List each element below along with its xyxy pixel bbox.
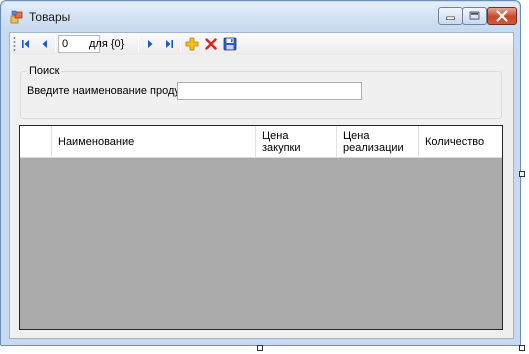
column-header-label: Цена закупки — [262, 130, 301, 154]
title-bar[interactable]: Товары — [2, 2, 519, 30]
resize-handle-corner[interactable] — [519, 345, 525, 351]
move-first-icon — [22, 40, 29, 48]
add-new-button[interactable] — [183, 35, 201, 53]
delete-button[interactable] — [202, 35, 220, 53]
resize-handle-bottom[interactable] — [257, 345, 263, 351]
minimize-button[interactable] — [438, 7, 463, 25]
app-icon — [10, 10, 24, 24]
search-groupbox: Поиск Введите наименование продукта: — [20, 65, 502, 119]
maximize-icon — [469, 11, 480, 20]
grid-header: Наименование Цена закупки Цена реализаци… — [20, 126, 502, 158]
maximize-button[interactable] — [462, 7, 487, 25]
close-button[interactable] — [487, 7, 517, 25]
column-header-label: Количество — [425, 136, 485, 148]
binding-navigator: для {0} — [10, 33, 513, 55]
column-header-label: Цена реализации — [343, 130, 404, 154]
count-label: для {0} — [89, 38, 125, 50]
add-new-icon — [185, 37, 199, 51]
column-header-purchase-price[interactable]: Цена закупки — [256, 126, 337, 158]
resize-handle-right[interactable] — [519, 171, 525, 177]
move-first-button[interactable] — [17, 35, 35, 53]
products-window: Товары 0 для {0} Поиск Введите наименова… — [0, 0, 521, 346]
move-previous-button[interactable] — [36, 35, 54, 53]
delete-icon — [205, 38, 217, 50]
move-last-icon — [166, 40, 173, 48]
toolbar-grip[interactable] — [13, 36, 16, 52]
save-icon — [223, 37, 237, 51]
search-group-title: Поиск — [27, 65, 62, 77]
column-header-sale-price[interactable]: Цена реализации — [337, 126, 419, 158]
product-search-input[interactable] — [177, 82, 362, 100]
products-grid[interactable]: Наименование Цена закупки Цена реализаци… — [19, 125, 503, 330]
window-title: Товары — [29, 10, 71, 24]
minimize-icon — [446, 16, 455, 20]
move-next-icon — [148, 40, 153, 48]
toolbar-separator — [55, 36, 56, 52]
save-button[interactable] — [221, 35, 239, 53]
move-previous-icon — [42, 40, 47, 48]
close-icon — [496, 10, 508, 22]
column-header-quantity[interactable]: Количество — [419, 126, 497, 158]
toolbar-separator — [138, 36, 139, 52]
client-area: для {0} — [9, 32, 514, 339]
move-next-button[interactable] — [141, 35, 159, 53]
column-header-label: Наименование — [58, 136, 135, 148]
move-last-button[interactable] — [160, 35, 178, 53]
search-label: Введите наименование продукта: — [27, 85, 199, 97]
row-header-corner[interactable] — [20, 126, 52, 158]
toolbar-separator — [180, 36, 181, 52]
column-header-name[interactable]: Наименование — [52, 126, 256, 158]
